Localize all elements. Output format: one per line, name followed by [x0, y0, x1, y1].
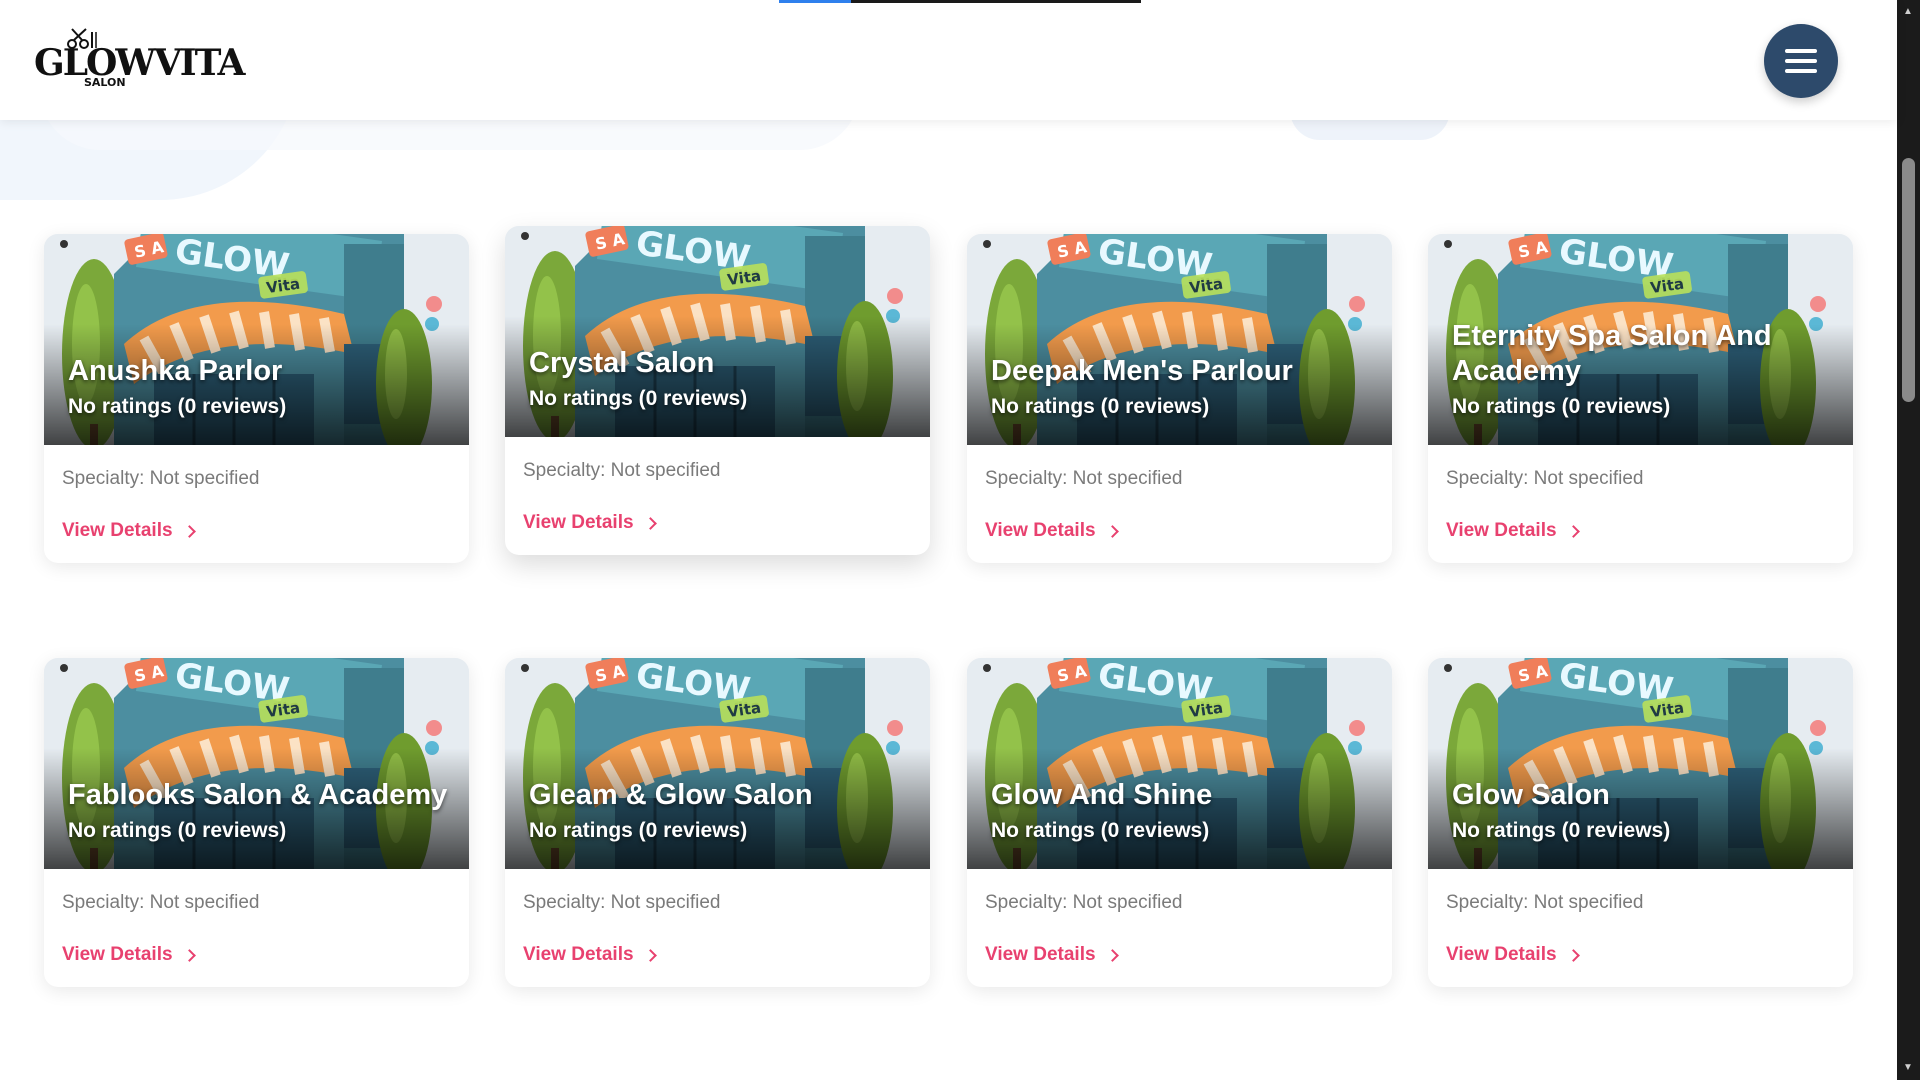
- salon-specialty: Specialty: Not specified: [523, 460, 721, 481]
- salon-card[interactable]: GLOW Vita Vita S A: [1428, 234, 1853, 563]
- scroll-progress-fill: [779, 0, 852, 3]
- view-details-link[interactable]: View Details: [985, 520, 1119, 542]
- view-details-link[interactable]: View Details: [62, 944, 196, 966]
- site-logo[interactable]: GLOWVITA SALON: [34, 28, 245, 92]
- salon-specialty: Specialty: Not specified: [1446, 892, 1644, 913]
- view-details-link[interactable]: View Details: [523, 512, 657, 534]
- salon-specialty: Specialty: Not specified: [523, 892, 721, 913]
- salon-card[interactable]: GLOW Vita Vita S A: [505, 226, 930, 555]
- view-details-label: View Details: [62, 944, 173, 965]
- chevron-right-icon: [1566, 948, 1580, 962]
- salon-name: Eternity Spa Salon And Academy: [1452, 320, 1772, 387]
- view-details-link[interactable]: View Details: [985, 944, 1119, 966]
- hamburger-menu-icon: [1785, 59, 1817, 63]
- salon-rating: No ratings (0 reviews): [529, 819, 748, 842]
- view-details-link[interactable]: View Details: [62, 520, 196, 542]
- chevron-right-icon: [1105, 524, 1119, 538]
- chevron-right-icon: [1566, 524, 1580, 538]
- salon-image: GLOW Vita Vita S A: [967, 658, 1392, 869]
- view-details-label: View Details: [523, 944, 634, 965]
- salon-image: GLOW Vita Vita S A: [44, 234, 469, 445]
- salon-name: Glow Salon: [1452, 779, 1610, 811]
- salon-name: Deepak Men's Parlour: [991, 355, 1293, 387]
- view-details-label: View Details: [985, 520, 1096, 541]
- view-details-label: View Details: [985, 944, 1096, 965]
- salon-specialty: Specialty: Not specified: [985, 892, 1183, 913]
- site-header: GLOWVITA SALON: [0, 0, 1897, 120]
- salon-name: Fablooks Salon & Academy: [68, 779, 448, 811]
- salon-image: GLOW Vita Vita S A: [1428, 658, 1853, 869]
- view-details-link[interactable]: View Details: [523, 944, 657, 966]
- salon-card[interactable]: GLOW Vita Vita S A: [505, 658, 930, 987]
- chevron-right-icon: [643, 516, 657, 530]
- view-details-label: View Details: [1446, 944, 1557, 965]
- salon-name: Glow And Shine: [991, 779, 1213, 811]
- view-details-label: View Details: [523, 512, 634, 533]
- chevron-right-icon: [1105, 948, 1119, 962]
- salon-card[interactable]: GLOW Vita Vita S A: [1428, 658, 1853, 987]
- salon-image: GLOW Vita Vita S A: [1428, 234, 1853, 445]
- view-details-label: View Details: [62, 520, 173, 541]
- salon-rating: No ratings (0 reviews): [1452, 395, 1671, 418]
- view-details-link[interactable]: View Details: [1446, 520, 1580, 542]
- salon-rating: No ratings (0 reviews): [991, 819, 1210, 842]
- salon-specialty: Specialty: Not specified: [62, 468, 260, 489]
- salon-image: GLOW Vita Vita S A: [505, 658, 930, 869]
- salon-rating: No ratings (0 reviews): [68, 819, 287, 842]
- salon-image: GLOW Vita Vita S A: [967, 234, 1392, 445]
- hamburger-menu-icon: [1785, 69, 1817, 73]
- salon-card[interactable]: GLOW Vita Vita S A: [44, 658, 469, 987]
- salon-name: Gleam & Glow Salon: [529, 779, 813, 811]
- salon-image: GLOW Vita Vita S A: [505, 226, 930, 437]
- view-details-link[interactable]: View Details: [1446, 944, 1580, 966]
- logo-wordmark: GLOWVITA: [34, 42, 245, 84]
- salon-rating: No ratings (0 reviews): [529, 387, 748, 410]
- scroll-progress-bar: [779, 0, 1141, 3]
- logo-subtext: SALON: [84, 76, 126, 89]
- salon-name: Crystal Salon: [529, 347, 715, 379]
- salon-card[interactable]: GLOW Vita Vita S A: [967, 658, 1392, 987]
- salon-image: GLOW Vita Vita S A: [44, 658, 469, 869]
- view-details-label: View Details: [1446, 520, 1557, 541]
- scrollbar-thumb[interactable]: [1902, 158, 1915, 402]
- salon-specialty: Specialty: Not specified: [985, 468, 1183, 489]
- salon-rating: No ratings (0 reviews): [991, 395, 1210, 418]
- hamburger-menu-icon: [1785, 49, 1817, 53]
- scroll-up-arrow-icon[interactable]: ▲: [1903, 6, 1913, 17]
- salon-card[interactable]: GLOW Vita Vita S A: [44, 234, 469, 563]
- salon-specialty: Specialty: Not specified: [62, 892, 260, 913]
- salon-rating: No ratings (0 reviews): [1452, 819, 1671, 842]
- chevron-right-icon: [643, 948, 657, 962]
- salon-name: Anushka Parlor: [68, 355, 283, 387]
- page-scrollbar[interactable]: ▲ ▼: [1897, 0, 1920, 1080]
- chevron-right-icon: [182, 948, 196, 962]
- salon-card[interactable]: GLOW Vita Vita S A: [967, 234, 1392, 563]
- chevron-right-icon: [182, 524, 196, 538]
- scroll-down-arrow-icon[interactable]: ▼: [1903, 1062, 1913, 1073]
- salon-rating: No ratings (0 reviews): [68, 395, 287, 418]
- hamburger-menu-button[interactable]: [1764, 24, 1838, 98]
- salon-specialty: Specialty: Not specified: [1446, 468, 1644, 489]
